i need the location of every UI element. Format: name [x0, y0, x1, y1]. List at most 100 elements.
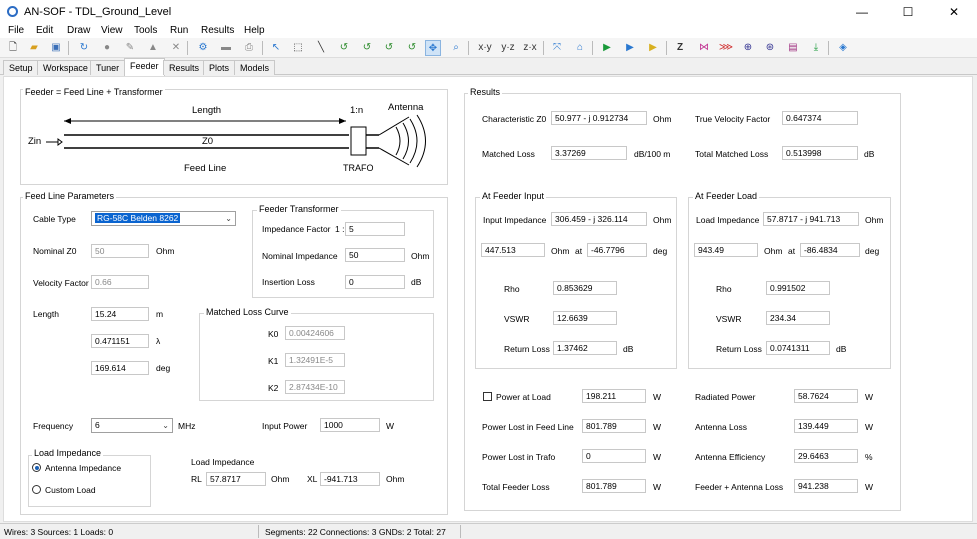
export-icon[interactable]: ⤓ — [808, 40, 824, 56]
rotate-z-icon[interactable]: ↺ — [381, 40, 397, 56]
tab-setup[interactable]: Setup — [3, 60, 39, 75]
char-z0-field[interactable]: 50.977 - j 0.912734 — [551, 111, 647, 125]
antenna-efficiency-field[interactable]: 29.6463 — [794, 449, 858, 463]
power-at-load-field[interactable]: 198.211 — [582, 389, 646, 403]
tab-tuner[interactable]: Tuner — [90, 60, 126, 75]
maximize-button[interactable]: ☐ — [885, 0, 931, 24]
k1-field[interactable]: 1.32491E-5 — [285, 353, 345, 367]
stop-icon[interactable]: ● — [99, 40, 115, 56]
impedance-icon[interactable]: Z — [672, 40, 688, 56]
input-vswr-field[interactable]: 12.6639 — [553, 311, 617, 325]
rotate-xyz-icon[interactable]: ↺ — [404, 40, 420, 56]
length-deg-field[interactable]: 169.614 — [91, 361, 149, 375]
pencil-icon[interactable]: ✎ — [122, 40, 138, 56]
load-phase-field[interactable]: -86.4834 — [800, 243, 860, 257]
antenna-impedance-label[interactable]: Antenna Impedance — [45, 463, 121, 473]
tab-feeder[interactable]: Feeder — [124, 58, 165, 76]
input-rho-field[interactable]: 0.853629 — [553, 281, 617, 295]
new-icon[interactable]: 🗋 — [5, 40, 21, 56]
load-magnitude-field[interactable]: 943.49 — [694, 243, 758, 257]
delete-icon[interactable]: ✕ — [168, 40, 184, 56]
load-rho-field[interactable]: 0.991502 — [766, 281, 830, 295]
zoom-icon[interactable]: ⌕ — [448, 40, 464, 56]
home-icon[interactable]: ⌂ — [572, 40, 588, 56]
close-button[interactable]: ✕ — [931, 0, 977, 24]
run-icon[interactable]: ▶ — [599, 40, 615, 56]
fit-icon[interactable]: ⤧ — [549, 40, 565, 56]
refresh-icon[interactable]: ↻ — [76, 40, 92, 56]
print-icon[interactable]: ⎙ — [241, 40, 257, 56]
tab-models[interactable]: Models — [234, 60, 276, 75]
total-feeder-loss-field[interactable]: 801.789 — [582, 479, 646, 493]
insertion-loss-field[interactable]: 0 — [345, 275, 405, 289]
minimize-button[interactable]: — — [839, 0, 885, 24]
true-vf-field[interactable]: 0.647374 — [782, 111, 858, 125]
velocity-factor-field[interactable]: 0.66 — [91, 275, 149, 289]
matched-loss-field[interactable]: 3.37269 — [551, 146, 627, 160]
menu-tools[interactable]: Tools — [134, 25, 157, 36]
line-icon[interactable]: ╲ — [313, 40, 329, 56]
load-return-loss-field[interactable]: 0.0741311 — [766, 341, 830, 355]
load-vswr-field[interactable]: 234.34 — [766, 311, 830, 325]
eraser-icon[interactable]: ▲ — [145, 40, 161, 56]
input-impedance-field[interactable]: 306.459 - j 326.114 — [551, 212, 647, 226]
tab-workspace[interactable]: Workspace — [37, 60, 94, 75]
custom-load-radio[interactable] — [32, 485, 41, 494]
yz-view-icon[interactable]: y·z — [498, 40, 518, 56]
pointer-icon[interactable]: ↖ — [268, 40, 284, 56]
menu-file[interactable]: File — [8, 25, 24, 36]
pan-icon[interactable]: ✥ — [425, 40, 441, 56]
lost-trafo-field[interactable]: 0 — [582, 449, 646, 463]
nominal-z0-field[interactable]: 50 — [91, 244, 149, 258]
tab-results[interactable]: Results — [163, 60, 206, 75]
rl-field[interactable]: 57.8717 — [206, 472, 266, 486]
lost-feed-line-field[interactable]: 801.789 — [582, 419, 646, 433]
comment-icon[interactable]: ▬ — [218, 40, 234, 56]
length-m-field[interactable]: 15.24 — [91, 307, 149, 321]
swr-icon[interactable]: ⋙ — [718, 40, 734, 56]
k0-field[interactable]: 0.00424606 — [285, 326, 345, 340]
impedance-factor-field[interactable]: 5 — [345, 222, 405, 236]
rotate-y-icon[interactable]: ↺ — [359, 40, 375, 56]
antenna-loss-field[interactable]: 139.449 — [794, 419, 858, 433]
save-icon[interactable]: ▣ — [48, 40, 64, 56]
total-matched-loss-field[interactable]: 0.513998 — [782, 146, 858, 160]
radiated-power-field[interactable]: 58.7624 — [794, 389, 858, 403]
input-magnitude-field[interactable]: 447.513 — [481, 243, 545, 257]
feeder-antenna-loss-field[interactable]: 941.238 — [794, 479, 858, 493]
frequency-select[interactable]: 6 ⌄ — [91, 418, 173, 433]
zx-view-icon[interactable]: z·x — [520, 40, 540, 56]
input-phase-field[interactable]: -46.7796 — [587, 243, 647, 257]
pattern-3d-icon[interactable]: ⊛ — [762, 40, 778, 56]
current-icon[interactable]: ⋈ — [696, 40, 712, 56]
xl-field[interactable]: -941.713 — [320, 472, 380, 486]
menu-results[interactable]: Results — [201, 25, 234, 36]
layers-icon[interactable]: ◈ — [835, 40, 851, 56]
load-impedance-field[interactable]: 57.8717 - j 941.713 — [763, 212, 859, 226]
rotate-x-icon[interactable]: ↺ — [336, 40, 352, 56]
menu-help[interactable]: Help — [244, 25, 265, 36]
power-at-load-checkbox[interactable] — [483, 392, 492, 401]
pattern-icon[interactable]: ⊕ — [740, 40, 756, 56]
menu-view[interactable]: View — [101, 25, 123, 36]
run-all-icon[interactable]: ▶ — [645, 40, 661, 56]
k2-field[interactable]: 2.87434E-10 — [285, 380, 345, 394]
nominal-impedance-field[interactable]: 50 — [345, 248, 405, 262]
gear-icon[interactable]: ⚙ — [195, 40, 211, 56]
xy-view-icon[interactable]: x·y — [475, 40, 495, 56]
length-lambda-field[interactable]: 0.471151 — [91, 334, 149, 348]
cable-type-select[interactable]: RG-58C Belden 8262 ⌄ — [91, 211, 236, 226]
run-next-icon[interactable]: ▶ — [622, 40, 638, 56]
custom-load-label[interactable]: Custom Load — [45, 485, 96, 495]
plot-icon[interactable]: ▤ — [785, 40, 801, 56]
open-icon[interactable]: ▰ — [26, 40, 42, 56]
tab-plots[interactable]: Plots — [203, 60, 236, 75]
input-return-loss-field[interactable]: 1.37462 — [553, 341, 617, 355]
menu-run[interactable]: Run — [170, 25, 188, 36]
antenna-impedance-radio[interactable] — [32, 463, 41, 472]
select-rect-icon[interactable]: ⬚ — [290, 40, 306, 56]
menu-edit[interactable]: Edit — [36, 25, 53, 36]
status-right: Segments: 22 Connections: 3 GNDs: 2 Tota… — [265, 527, 446, 537]
input-power-field[interactable]: 1000 — [320, 418, 380, 432]
menu-draw[interactable]: Draw — [67, 25, 90, 36]
